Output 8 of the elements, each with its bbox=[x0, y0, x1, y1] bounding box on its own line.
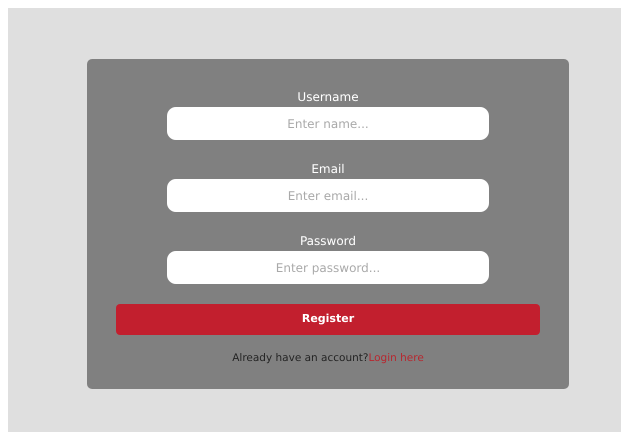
register-button[interactable]: Register bbox=[116, 304, 540, 335]
field-label: Email bbox=[310, 161, 346, 177]
login-prompt: Already have an account?Login here bbox=[231, 351, 425, 366]
input-field[interactable]: Enter name... bbox=[167, 107, 489, 140]
field-label: Password bbox=[298, 233, 358, 249]
input-field[interactable]: Enter password... bbox=[167, 251, 489, 284]
input-field[interactable]: Enter email... bbox=[167, 179, 489, 212]
field-label: Username bbox=[296, 89, 360, 105]
